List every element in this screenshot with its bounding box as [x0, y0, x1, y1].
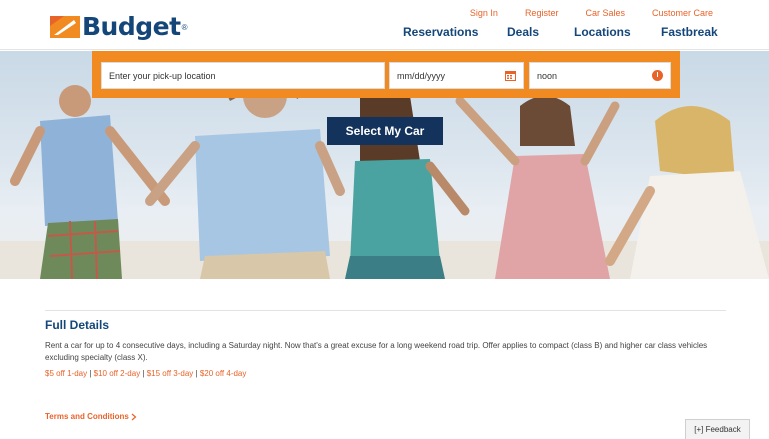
utility-nav: Sign In Register Car Sales Customer Care: [470, 8, 713, 18]
calendar-icon[interactable]: [505, 70, 516, 81]
nav-locations[interactable]: Locations: [574, 25, 631, 39]
sign-in-link[interactable]: Sign In: [470, 8, 498, 18]
register-link[interactable]: Register: [525, 8, 559, 18]
nav-deals[interactable]: Deals: [507, 25, 539, 39]
car-sales-link[interactable]: Car Sales: [585, 8, 625, 18]
budget-logo-text: Budget: [82, 12, 181, 41]
section-divider: [45, 310, 726, 311]
full-details-title: Full Details: [45, 318, 110, 332]
offer-1-day: $5 off 1-day: [45, 369, 88, 378]
reservation-search-bar: Enter your pick-up location mm/dd/yyyy n…: [92, 51, 680, 98]
feedback-button[interactable]: [+] Feedback: [685, 419, 750, 439]
offer-list: $5 off 1-day | $10 off 2-day | $15 off 3…: [45, 369, 246, 378]
main-nav: Reservations Deals Locations Fastbreak: [403, 25, 718, 41]
pickup-date-placeholder: mm/dd/yyyy: [397, 70, 446, 81]
nav-reservations[interactable]: Reservations: [403, 25, 478, 39]
customer-care-link[interactable]: Customer Care: [652, 8, 713, 18]
pickup-location-input[interactable]: Enter your pick-up location: [101, 62, 385, 89]
registered-mark: ®: [181, 22, 188, 32]
budget-logo[interactable]: Budget ®: [50, 12, 188, 41]
chevron-right-icon: [131, 412, 137, 421]
offer-4-day: $20 off 4-day: [199, 369, 247, 378]
clock-icon[interactable]: [652, 70, 663, 81]
site-header: Budget ® Sign In Register Car Sales Cust…: [0, 0, 769, 50]
pickup-time-value: noon: [537, 70, 558, 81]
select-my-car-button[interactable]: Select My Car: [327, 117, 443, 145]
pickup-location-placeholder: Enter your pick-up location: [109, 70, 216, 81]
budget-logo-icon: [50, 16, 80, 38]
offer-3-day: $15 off 3-day: [146, 369, 194, 378]
pickup-time-select[interactable]: noon: [529, 62, 671, 89]
nav-fastbreak[interactable]: Fastbreak: [661, 25, 718, 39]
offer-2-day: $10 off 2-day: [93, 369, 141, 378]
terms-and-conditions-link[interactable]: Terms and Conditions: [45, 412, 137, 421]
terms-label: Terms and Conditions: [45, 412, 129, 421]
full-details-text: Rent a car for up to 4 consecutive days,…: [45, 341, 708, 362]
pickup-date-input[interactable]: mm/dd/yyyy: [389, 62, 524, 89]
